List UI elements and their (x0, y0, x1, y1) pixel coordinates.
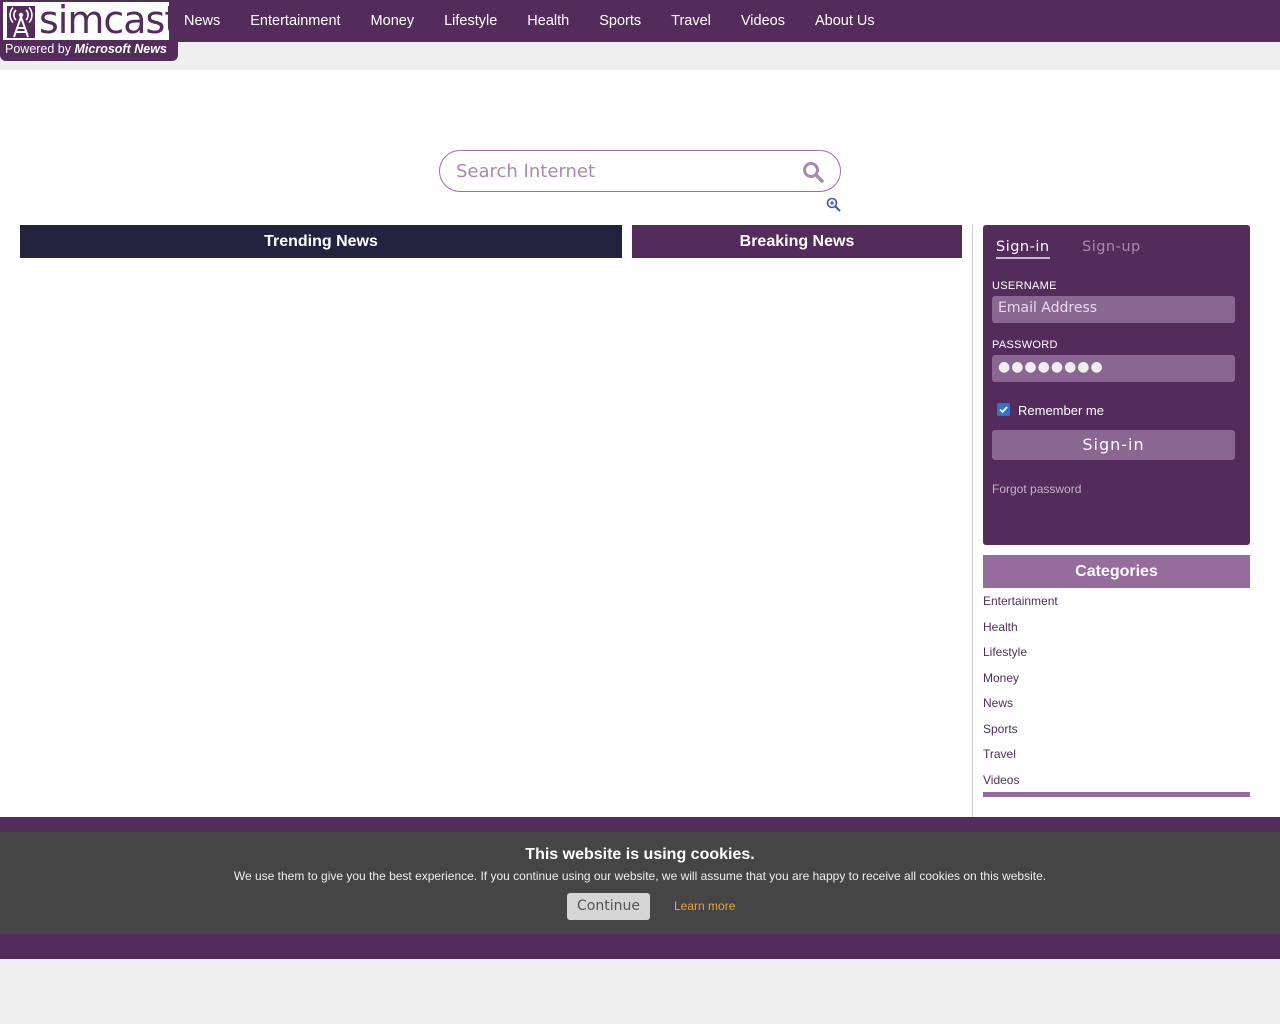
password-field[interactable]: ●●●●●●●● (992, 355, 1235, 382)
category-link-travel[interactable]: Travel (983, 747, 1250, 773)
cookie-banner: This website is using cookies. We use th… (0, 832, 1280, 934)
category-link-health[interactable]: Health (983, 620, 1250, 646)
password-label: PASSWORD (992, 339, 1058, 351)
sub-bar (0, 42, 1280, 70)
search-placeholder: Search Internet (456, 161, 596, 182)
remember-me-checkbox[interactable] (997, 403, 1010, 416)
categories-header: Categories (983, 555, 1250, 588)
nav-news[interactable]: News (169, 0, 235, 42)
cookie-text: We use them to give you the best experie… (233, 869, 1047, 883)
powered-by: Powered by Microsoft News (5, 42, 167, 56)
search-input[interactable]: Search Internet (439, 150, 841, 192)
category-link-sports[interactable]: Sports (983, 722, 1250, 748)
search-icon[interactable] (802, 161, 824, 183)
nav-entertainment[interactable]: Entertainment (235, 0, 355, 42)
cookie-title: This website is using cookies. (525, 846, 755, 863)
category-link-news[interactable]: News (983, 696, 1250, 722)
signin-panel: Sign-in Sign-up USERNAME Email Address P… (983, 225, 1250, 545)
nav-about-us[interactable]: About Us (800, 0, 890, 42)
column-divider (972, 225, 973, 817)
nav-money[interactable]: Money (356, 0, 430, 42)
categories-list: Entertainment Health Lifestyle Money New… (983, 594, 1250, 798)
nav-health[interactable]: Health (512, 0, 584, 42)
broadcast-tower-icon (7, 6, 35, 38)
tab-sign-in[interactable]: Sign-in (996, 239, 1050, 259)
username-label: USERNAME (992, 280, 1057, 292)
continue-button[interactable]: Continue (567, 893, 650, 920)
forgot-password-link[interactable]: Forgot password (992, 482, 1081, 496)
brand-logo[interactable]: simcast Powered by Microsoft News (0, 0, 179, 61)
tab-sign-up[interactable]: Sign-up (1082, 239, 1141, 255)
logo-text: simcast (39, 0, 179, 42)
remember-me-label[interactable]: Remember me (1018, 403, 1104, 418)
sign-in-button[interactable]: Sign-in (992, 430, 1235, 460)
learn-more-link[interactable]: Learn more (674, 899, 735, 913)
main-nav: News Entertainment Money Lifestyle Healt… (169, 0, 890, 42)
category-link-entertainment[interactable]: Entertainment (983, 594, 1250, 620)
nav-sports[interactable]: Sports (584, 0, 656, 42)
logo-box: simcast (3, 0, 179, 42)
category-link-money[interactable]: Money (983, 671, 1250, 697)
nav-videos[interactable]: Videos (726, 0, 800, 42)
main-content: Search Internet Trending News Breaking N… (0, 70, 1280, 817)
categories-footer-bar (983, 792, 1250, 797)
trending-news-header: Trending News (20, 225, 622, 258)
zoom-in-icon[interactable] (826, 197, 841, 212)
nav-lifestyle[interactable]: Lifestyle (429, 0, 512, 42)
category-link-lifestyle[interactable]: Lifestyle (983, 645, 1250, 671)
email-field[interactable]: Email Address (992, 296, 1235, 323)
breaking-news-header: Breaking News (632, 225, 962, 258)
nav-travel[interactable]: Travel (656, 0, 726, 42)
